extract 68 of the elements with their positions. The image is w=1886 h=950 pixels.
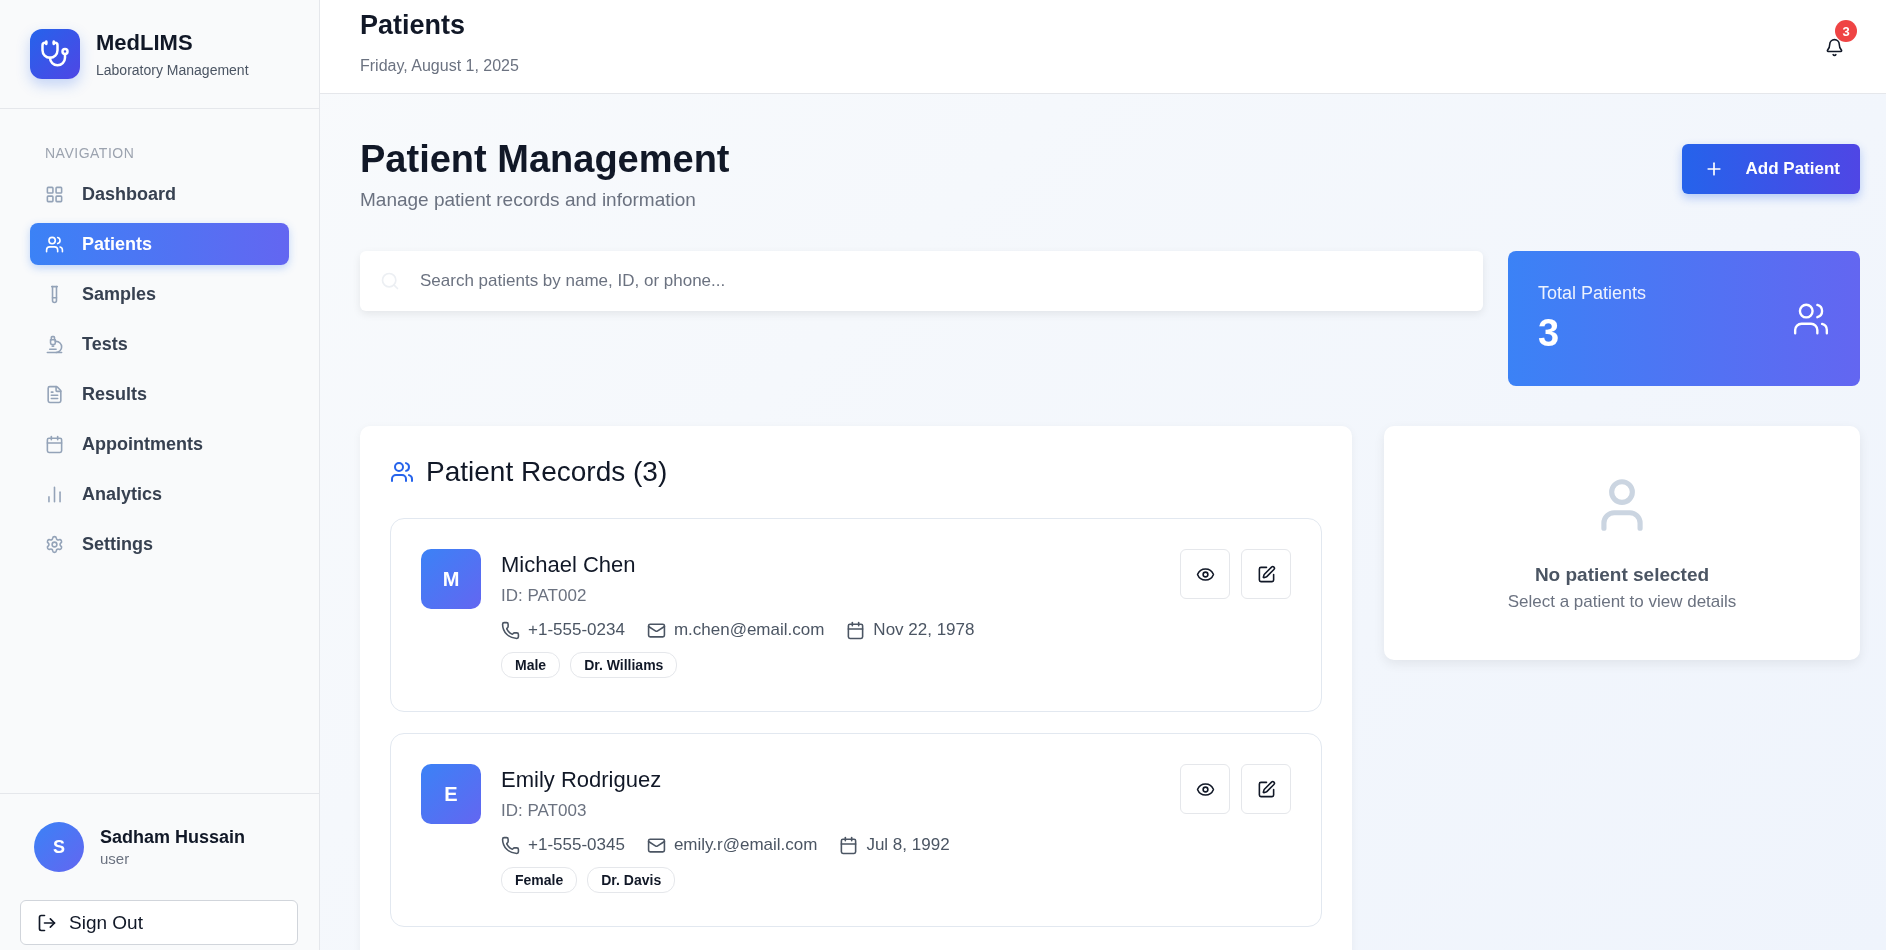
view-button[interactable]: [1180, 549, 1230, 599]
patient-email: m.chen@email.com: [673, 620, 825, 640]
nav-item[interactable]: Tests: [30, 323, 289, 365]
calendar-icon: [839, 835, 859, 855]
stethoscope-logo-icon: [30, 29, 80, 79]
patient-tag: Dr. Williams: [570, 652, 678, 678]
brand-name: MedLIMS: [96, 30, 194, 56]
page-title: Patient Management: [360, 138, 730, 181]
patient-avatar: E: [421, 764, 481, 824]
user-role: user: [100, 850, 131, 867]
header-title: Patients: [360, 10, 467, 41]
edit-icon: [1256, 779, 1276, 799]
settings-icon: [45, 534, 64, 554]
patient-name: Emily Rodriguez: [501, 767, 663, 793]
patient-id: ID: PAT003: [501, 801, 588, 821]
edit-button[interactable]: [1241, 549, 1291, 599]
view-button[interactable]: [1180, 764, 1230, 814]
records-title: Patient Records (3): [426, 456, 668, 488]
patient-birth-date: Nov 22, 1978: [873, 620, 975, 640]
patient-phone: +1-555-0345: [528, 835, 625, 855]
search-field[interactable]: Search patients by name, ID, or phone...: [360, 251, 1483, 311]
page-subtitle: Manage patient records and information: [360, 189, 697, 211]
patient-tag: Female: [501, 867, 578, 893]
nav-item[interactable]: Analytics: [30, 473, 289, 515]
logout-icon: [37, 912, 57, 933]
nav-item[interactable]: Appointments: [30, 423, 289, 465]
users-icon: [45, 234, 64, 254]
phone-icon: [501, 835, 520, 855]
phone-icon: [501, 620, 520, 640]
user-avatar: S: [34, 822, 84, 872]
edit-button[interactable]: [1241, 764, 1291, 814]
nav-item[interactable]: Dashboard: [30, 173, 289, 215]
stat-label: Total Patients: [1538, 282, 1647, 304]
edit-icon: [1256, 564, 1276, 584]
patient-name: Michael Chen: [501, 552, 637, 578]
mail-icon: [646, 835, 666, 855]
nav-item[interactable]: Samples: [30, 273, 289, 315]
sign-out-button[interactable]: Sign Out: [20, 900, 298, 945]
nav-item[interactable]: Results: [30, 373, 289, 415]
document-icon: [45, 384, 64, 404]
notification-bell-icon[interactable]: [1825, 38, 1844, 57]
brand-tagline: Laboratory Management: [96, 62, 249, 78]
patient-card[interactable]: E Emily Rodriguez ID: PAT003 +1-555-0345 emily.r@email.com Jul 8, 1992 Female Dr. Davis: [390, 733, 1322, 927]
microscope-icon: [45, 334, 64, 354]
patient-id: ID: PAT002: [501, 586, 588, 606]
mail-icon: [646, 620, 666, 640]
grid-icon: [45, 184, 64, 204]
calendar-icon: [45, 434, 64, 454]
patient-phone: +1-555-0234: [528, 620, 625, 640]
patient-email: emily.r@email.com: [673, 835, 818, 855]
calendar-icon: [846, 620, 866, 640]
patient-card[interactable]: M Michael Chen ID: PAT002 +1-555-0234 m.chen@email.com Nov 22, 1978 Male Dr. Williams: [390, 518, 1322, 712]
users-icon: [390, 460, 414, 484]
patient-tag: Dr. Davis: [587, 867, 676, 893]
empty-state-title: No patient selected: [1534, 564, 1710, 586]
notification-badge: 3: [1835, 20, 1857, 42]
bar-chart-icon: [45, 484, 64, 504]
user-name: Sadham Hussain: [100, 827, 246, 848]
nav-item[interactable]: Settings: [30, 523, 289, 565]
add-patient-button[interactable]: Add Patient: [1681, 144, 1860, 194]
patient-avatar: M: [421, 549, 481, 609]
header-date: Friday, August 1, 2025: [360, 57, 519, 75]
nav-section-label: NAVIGATION: [44, 145, 136, 161]
stat-value: 3: [1538, 311, 1561, 355]
patient-birth-date: Jul 8, 1992: [866, 835, 950, 855]
patient-tag: Male: [501, 652, 561, 678]
nav-item[interactable]: Patients: [30, 223, 289, 265]
empty-state-hint: Select a patient to view details: [1507, 592, 1737, 612]
